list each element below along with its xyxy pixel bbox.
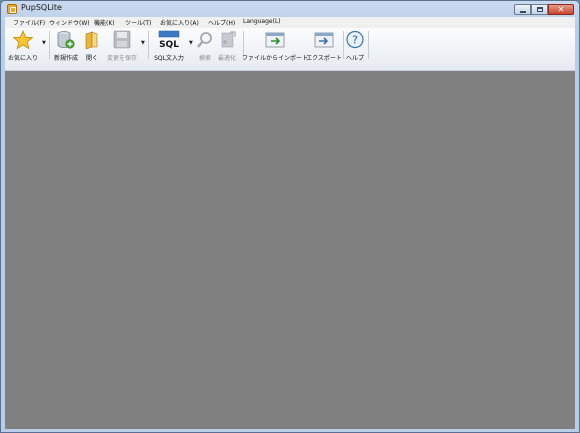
svg-text:SQL: SQL bbox=[159, 40, 179, 50]
new-database-button[interactable]: 新規作成 bbox=[51, 30, 81, 62]
save-dropdown-icon[interactable]: ▼ bbox=[141, 40, 145, 46]
window-title: PupSQLite bbox=[21, 3, 62, 12]
folder-open-icon bbox=[85, 31, 98, 50]
menu-file[interactable]: ファイル(F) bbox=[13, 18, 45, 27]
save-icon bbox=[113, 30, 131, 49]
sql-input-button[interactable]: SQL SQL文入力 bbox=[150, 30, 188, 62]
menu-favorites[interactable]: お気に入り(A) bbox=[160, 18, 199, 27]
menu-function[interactable]: 機能(K) bbox=[94, 18, 115, 27]
mdi-client-area bbox=[5, 71, 575, 429]
save-label: 変更を保存 bbox=[106, 55, 138, 62]
menu-window[interactable]: ウィンドウ(W) bbox=[49, 18, 90, 27]
save-changes-button[interactable]: 変更を保存 bbox=[104, 30, 140, 62]
import-label: ファイルからインポート bbox=[241, 55, 309, 62]
open-label: 開く bbox=[85, 55, 99, 62]
menu-bar: ファイル(F) ウィンドウ(W) 機能(K) ツール(T) お気に入り(A) ヘ… bbox=[5, 17, 575, 28]
favorites-dropdown-icon[interactable]: ▼ bbox=[42, 40, 46, 46]
import-icon bbox=[265, 32, 285, 48]
optimize-icon bbox=[221, 31, 236, 48]
toolbar: お気に入り ▼ 新規作成 開く 変更を保存 ▼ SQL SQL文入力 ▼ 検索 … bbox=[5, 28, 575, 71]
sql-label: SQL文入力 bbox=[154, 55, 184, 62]
maximize-icon bbox=[536, 7, 543, 12]
minimize-icon bbox=[519, 10, 526, 13]
sql-dropdown-icon[interactable]: ▼ bbox=[189, 40, 193, 46]
maximize-button[interactable] bbox=[531, 4, 548, 15]
svg-text:?: ? bbox=[352, 34, 358, 47]
search-button[interactable]: 検索 bbox=[196, 30, 214, 62]
sql-icon: SQL bbox=[158, 30, 180, 50]
optimize-button[interactable]: 最適化 bbox=[216, 30, 238, 62]
app-icon[interactable] bbox=[7, 4, 17, 14]
optimize-label: 最適化 bbox=[217, 55, 237, 62]
import-from-file-button[interactable]: ファイルからインポート bbox=[241, 30, 309, 62]
export-button[interactable]: エクスポート bbox=[306, 30, 342, 62]
export-icon bbox=[314, 32, 334, 48]
help-label: ヘルプ bbox=[345, 55, 365, 62]
window-controls: ✕ bbox=[514, 4, 574, 15]
open-button[interactable]: 開く bbox=[82, 30, 102, 62]
export-label: エクスポート bbox=[306, 55, 342, 62]
toolbar-separator bbox=[49, 31, 50, 59]
search-label: 検索 bbox=[198, 55, 212, 62]
menu-help[interactable]: ヘルプ(H) bbox=[208, 18, 235, 27]
title-bar[interactable]: PupSQLite ✕ bbox=[1, 1, 579, 17]
help-icon: ? bbox=[346, 30, 364, 49]
menu-tools[interactable]: ツール(T) bbox=[125, 18, 151, 27]
close-button[interactable]: ✕ bbox=[548, 4, 574, 15]
help-button[interactable]: ? ヘルプ bbox=[344, 30, 366, 62]
favorites-label: お気に入り bbox=[7, 55, 39, 62]
close-icon: ✕ bbox=[557, 4, 565, 14]
app-window: PupSQLite ✕ ファイル(F) ウィンドウ(W) 機能(K) ツール(T… bbox=[0, 0, 580, 433]
toolbar-separator bbox=[148, 31, 149, 59]
minimize-button[interactable] bbox=[514, 4, 531, 15]
favorites-button[interactable]: お気に入り bbox=[5, 30, 41, 62]
search-icon bbox=[197, 32, 212, 48]
toolbar-separator bbox=[368, 31, 369, 59]
star-icon bbox=[12, 30, 34, 50]
new-label: 新規作成 bbox=[53, 55, 79, 62]
menu-language[interactable]: Language(L) bbox=[243, 18, 281, 25]
new-database-icon bbox=[57, 31, 75, 49]
